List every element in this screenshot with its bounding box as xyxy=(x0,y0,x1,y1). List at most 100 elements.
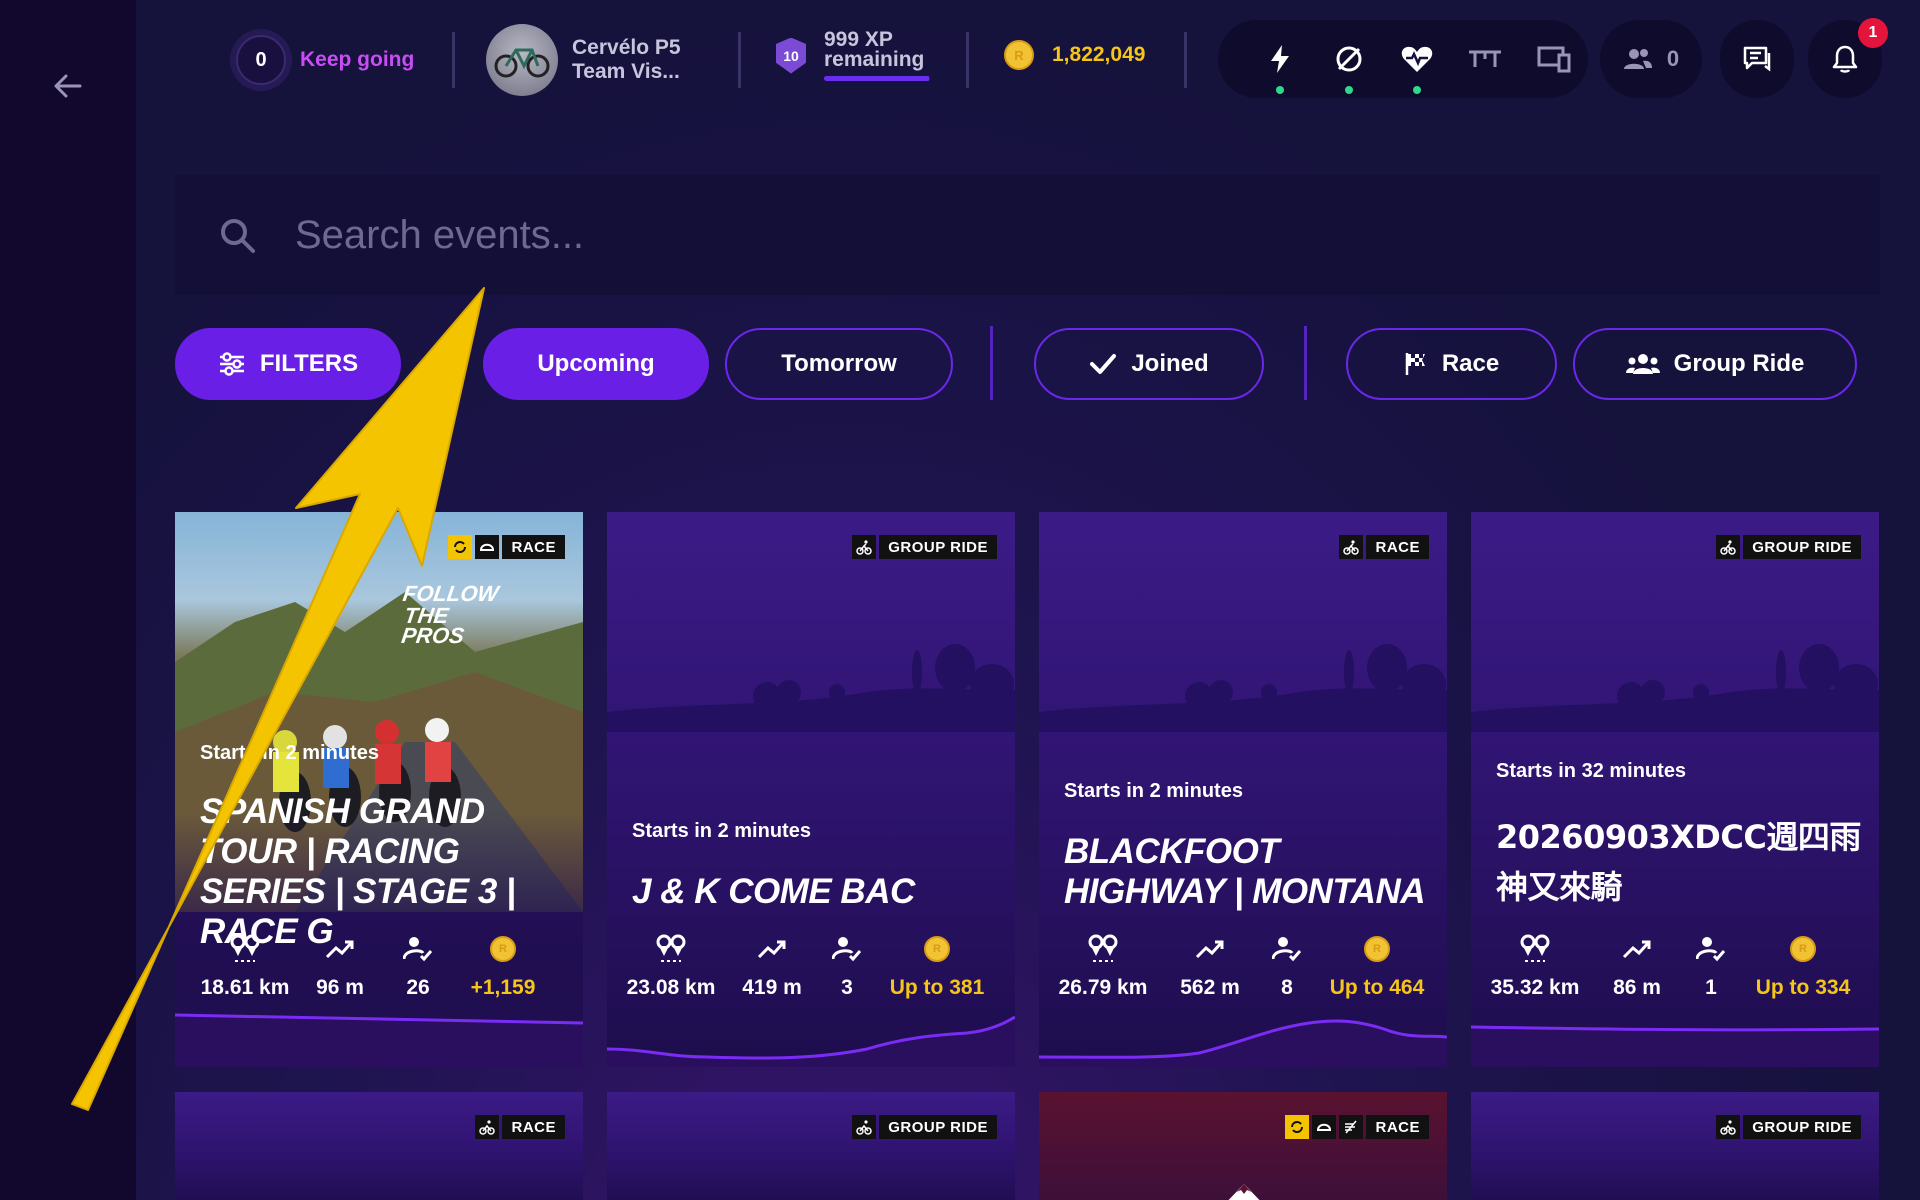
tomorrow-label: Tomorrow xyxy=(781,350,897,377)
notifications-button[interactable]: 1 xyxy=(1808,18,1888,98)
distance-value: 23.08 km xyxy=(626,976,716,999)
repeat-icon xyxy=(448,535,473,559)
event-card[interactable]: RACE xyxy=(175,1092,583,1200)
group-ride-label: Group Ride xyxy=(1673,350,1805,377)
coin-icon: R xyxy=(1315,932,1439,966)
event-type-tag: RACE xyxy=(475,1115,565,1139)
elevation-profile xyxy=(175,1013,583,1067)
event-card[interactable]: GROUP RIDE xyxy=(607,1092,1015,1200)
friends-button[interactable]: 0 xyxy=(1600,20,1702,98)
connected-dot xyxy=(1276,86,1285,94)
cyclist-icon xyxy=(852,535,877,559)
race-filter[interactable]: Race xyxy=(1346,328,1557,400)
event-type-label: GROUP RIDE xyxy=(1743,535,1861,559)
group-icon xyxy=(1625,354,1660,374)
search-input[interactable] xyxy=(295,212,1880,258)
elevation-value: 96 m xyxy=(316,976,364,999)
streak-widget[interactable]: 0 Keep going xyxy=(236,28,414,92)
event-card[interactable]: RACE Starts in 2 minutes Blackfoot Highw… xyxy=(1039,512,1447,1067)
reward-value: Up to 464 xyxy=(1329,976,1425,999)
distance-value: 26.79 km xyxy=(1058,976,1148,999)
event-title: Blackfoot Highway | Montana xyxy=(1064,832,1426,911)
event-type-tag: GROUP RIDE xyxy=(1716,535,1861,559)
heart-rate-device-button[interactable] xyxy=(1383,20,1451,98)
event-type-tag: RACE xyxy=(1285,1115,1429,1139)
elevation-value: 86 m xyxy=(1613,976,1661,999)
tomorrow-filter[interactable]: Tomorrow xyxy=(725,328,953,400)
event-start-time: Starts in 2 minutes xyxy=(200,742,379,764)
event-card[interactable]: GROUP RIDE Starts in 32 minutes 20260903… xyxy=(1471,512,1879,1067)
filters-button[interactable]: FILTERS xyxy=(175,328,401,400)
filters-label: FILTERS xyxy=(259,350,359,377)
screen-devices-button[interactable] xyxy=(1520,20,1588,98)
bike-avatar xyxy=(486,24,558,96)
check-icon xyxy=(1090,354,1117,374)
cyclist-icon xyxy=(852,1115,877,1139)
event-card[interactable]: GROUP RIDE Starts in 2 minutes J & K COM… xyxy=(607,512,1015,1067)
reward-value: Up to 381 xyxy=(889,976,985,999)
devices-pill xyxy=(1218,20,1588,98)
event-type-label: GROUP RIDE xyxy=(1743,1115,1861,1139)
arrow-left-icon xyxy=(54,74,82,98)
upcoming-filter[interactable]: Upcoming xyxy=(483,328,709,400)
participants-icon xyxy=(383,932,453,966)
search-icon xyxy=(215,213,259,257)
xp-widget[interactable]: 10 999 XP remaining xyxy=(776,29,930,81)
back-button[interactable] xyxy=(44,62,92,110)
event-stats: 18.61 km 96 m 26 R +1,159 xyxy=(175,932,583,1012)
event-type-tag: GROUP RIDE xyxy=(852,535,997,559)
distance-stat: 35.32 km xyxy=(1485,932,1585,1000)
event-card[interactable]: RACE xyxy=(1039,1092,1447,1200)
event-card[interactable]: GROUP RIDE xyxy=(1471,1092,1879,1200)
trainer-device-button[interactable] xyxy=(1451,20,1519,98)
friends-icon xyxy=(1623,49,1652,69)
coins-widget[interactable]: R 1,822,049 xyxy=(1004,40,1145,70)
power-device-button[interactable] xyxy=(1246,20,1314,98)
event-type-label: RACE xyxy=(502,535,565,559)
divider xyxy=(966,32,969,88)
bike-name-line2: Team Vis... xyxy=(572,60,680,83)
elevation-stat: 86 m xyxy=(1597,932,1677,1000)
flag-icon xyxy=(1405,353,1425,375)
bike-name-line1: Cervélo P5 xyxy=(572,36,681,59)
landscape-illustration xyxy=(607,644,1015,732)
cyclist-icon xyxy=(1716,1115,1741,1139)
event-card[interactable]: FOLLOW THE PROS RACE Starts in 2 minutes… xyxy=(175,512,583,1067)
participants-stat: 1 xyxy=(1681,932,1741,1000)
participants-icon xyxy=(817,932,877,966)
group-ride-filter[interactable]: Group Ride xyxy=(1573,328,1857,400)
streak-label: Keep going xyxy=(300,48,415,71)
event-type-label: RACE xyxy=(502,1115,565,1139)
top-bar: 0 Keep going Cervélo P5 Team Vis... 10 9… xyxy=(136,0,1920,120)
reward-stat: R Up to 334 xyxy=(1741,932,1865,1000)
event-stats: 26.79 km 562 m 8 R Up to 464 xyxy=(1039,932,1447,1012)
elevation-icon xyxy=(1597,932,1677,966)
event-type-tag: RACE xyxy=(1339,535,1429,559)
landscape-illustration xyxy=(1471,644,1879,732)
chat-icon xyxy=(1743,46,1771,72)
bike-selector[interactable]: Cervélo P5 Team Vis... xyxy=(486,24,681,96)
divider xyxy=(452,32,455,88)
xp-progress-fill xyxy=(824,76,929,81)
reward-stat: R Up to 381 xyxy=(875,932,999,1000)
event-start-time: Starts in 2 minutes xyxy=(1064,780,1243,802)
image-text-the-pros: THE PROS xyxy=(399,603,466,648)
participants-icon xyxy=(1257,932,1317,966)
chat-button[interactable] xyxy=(1720,20,1794,98)
event-start-time: Starts in 2 minutes xyxy=(632,820,811,842)
repeat-icon xyxy=(1285,1115,1310,1139)
cyclist-icon xyxy=(1339,535,1364,559)
event-type-label: GROUP RIDE xyxy=(879,1115,997,1139)
event-type-tag: GROUP RIDE xyxy=(1716,1115,1861,1139)
elevation-stat: 562 m xyxy=(1165,932,1255,1000)
joined-filter[interactable]: Joined xyxy=(1034,328,1264,400)
participants-value: 3 xyxy=(841,976,853,999)
reward-stat: R +1,159 xyxy=(453,932,553,1000)
connected-dot xyxy=(1413,86,1422,94)
reward-value: +1,159 xyxy=(470,976,536,999)
event-type-tag: GROUP RIDE xyxy=(852,1115,997,1139)
image-text-follow: FOLLOW xyxy=(401,581,501,606)
speed-cadence-device-button[interactable] xyxy=(1314,20,1382,98)
event-type-tag: RACE xyxy=(448,535,565,559)
elevation-stat: 419 m xyxy=(727,932,817,1000)
